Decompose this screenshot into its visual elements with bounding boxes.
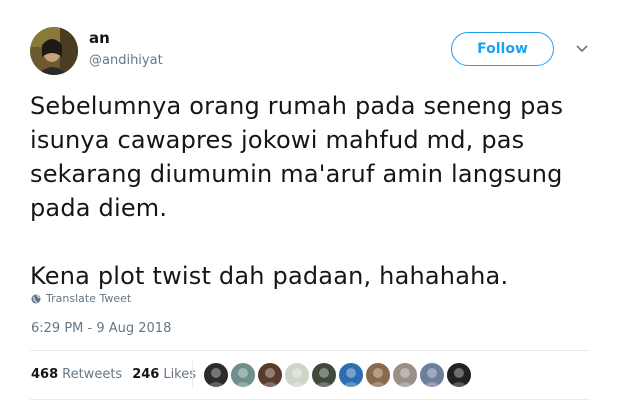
likes-count[interactable]: 246 [132,367,159,382]
liker-avatar[interactable] [203,362,229,388]
liker-avatar[interactable] [311,362,337,388]
tweet-line: sekarang diumumin ma'aruf amin langsung [30,160,563,188]
liker-avatar[interactable] [392,362,418,388]
tweet-line: Sebelumnya orang rumah pada seneng pas [30,92,564,120]
tweet-line: isunya cawapres jokowi mahfud md, pas [30,126,525,154]
divider [30,350,590,351]
tweet-stats: 468 Retweets 246 Likes [31,367,206,382]
chevron-down-icon[interactable] [574,43,590,55]
translate-tweet-link[interactable]: Translate Tweet [31,292,131,305]
tweet-line: Kena plot twist dah padaan, hahahaha. [30,262,509,290]
avatar[interactable] [30,27,78,75]
liker-avatar[interactable] [230,362,256,388]
display-name[interactable]: an [89,29,110,47]
tweet-text: Sebelumnya orang rumah pada seneng pas i… [30,89,600,293]
divider [30,399,590,400]
retweets-label[interactable]: Retweets [62,367,122,382]
user-handle[interactable]: @andihiyat [89,53,163,69]
stats-separator [192,361,193,387]
retweets-count[interactable]: 468 [31,367,58,382]
liker-avatars [203,362,473,388]
liker-avatar[interactable] [257,362,283,388]
liker-avatar[interactable] [419,362,445,388]
tweet-card: an @andihiyat Follow Sebelumnya orang ru… [0,0,624,414]
tweet-line: pada diem. [30,194,168,222]
avatar-image [30,27,78,75]
translate-label: Translate Tweet [46,292,132,305]
liker-avatar[interactable] [338,362,364,388]
follow-button[interactable]: Follow [451,32,554,66]
tweet-timestamp[interactable]: 6:29 PM - 9 Aug 2018 [31,321,171,336]
liker-avatar[interactable] [446,362,472,388]
liker-avatar[interactable] [284,362,310,388]
liker-avatar[interactable] [365,362,391,388]
globe-icon [31,294,41,303]
